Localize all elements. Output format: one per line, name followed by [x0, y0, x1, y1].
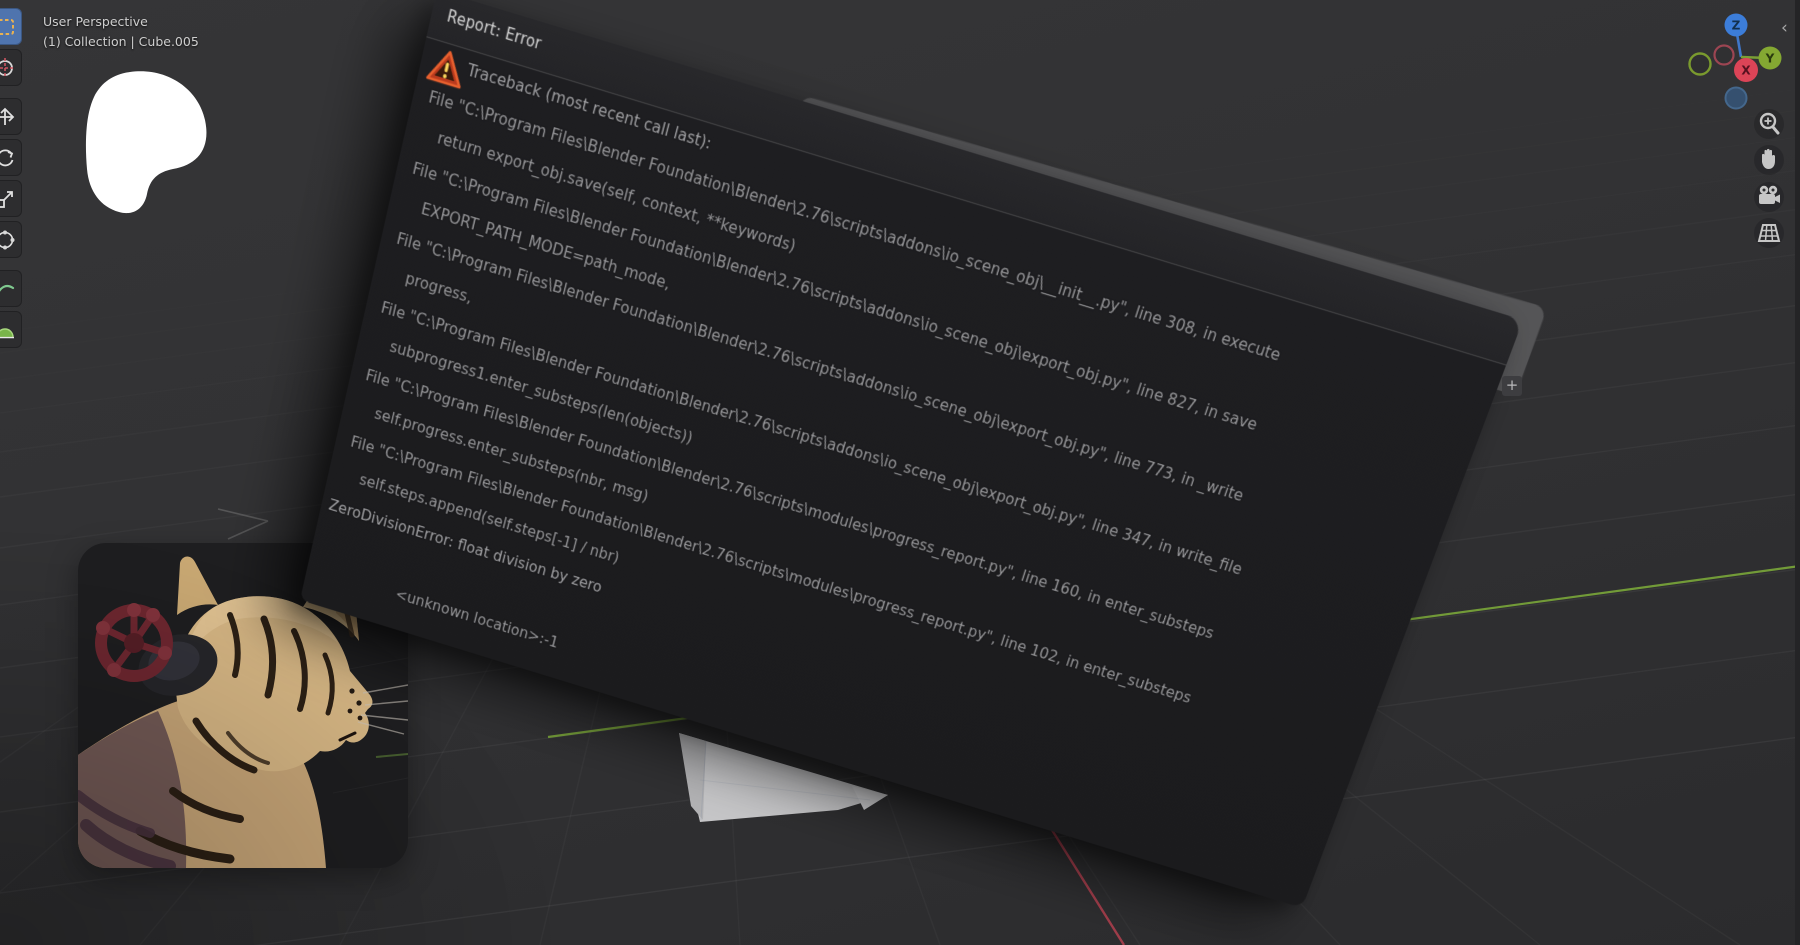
perspective-grid-icon[interactable] [1754, 218, 1784, 248]
rotate-icon [0, 147, 16, 169]
toolbar-button-select-box[interactable] [0, 8, 22, 45]
cursor-icon [0, 57, 16, 79]
collection-object-label: (1) Collection | Cube.005 [43, 32, 199, 52]
scale-icon [0, 188, 16, 210]
sidebar-collapse-chevron-icon[interactable]: ‹ [1781, 18, 1788, 38]
move-icon [0, 106, 16, 128]
toolbar-button-move[interactable] [0, 98, 22, 135]
blender-3d-viewport[interactable]: Report: Error Traceback (most recent cal… [0, 0, 1800, 945]
select-box-icon [0, 16, 16, 38]
viewport-nav-icons [1744, 100, 1796, 260]
toolbar-button-annotate[interactable] [0, 270, 22, 307]
viewport-overlay-text: User Perspective (1) Collection | Cube.0… [43, 12, 199, 52]
gizmo-axis-y[interactable]: Y [1759, 47, 1782, 70]
svg-text:Z: Z [1732, 19, 1741, 33]
transform-gizmo-icon [0, 229, 16, 251]
gizmo-axis-x[interactable]: X [1734, 58, 1758, 82]
gizmo-axis-neg-x[interactable] [1715, 46, 1734, 65]
toolbar-button-transform[interactable] [0, 221, 22, 258]
view-perspective-label: User Perspective [43, 12, 199, 32]
toolbar-button-cursor[interactable] [0, 49, 22, 86]
expand-plus-widget[interactable]: + [1502, 376, 1522, 396]
svg-text:Y: Y [1765, 52, 1775, 66]
toolbar-button-rotate[interactable] [0, 139, 22, 176]
gizmo-axis-neg-y[interactable] [1690, 54, 1711, 75]
annotate-icon [0, 278, 16, 300]
pan-hand-icon[interactable] [1754, 145, 1784, 175]
toolbar-button-scale[interactable] [0, 180, 22, 217]
right-edge-strip [1795, 0, 1800, 945]
white-blob-annotation [78, 70, 210, 218]
svg-text:X: X [1741, 64, 1751, 78]
camera-view-icon[interactable] [1754, 182, 1784, 212]
tool-sidebar [0, 8, 22, 348]
add-primitive-icon [0, 319, 16, 341]
zoom-icon[interactable] [1754, 109, 1784, 139]
toolbar-button-add-primitive[interactable] [0, 311, 22, 348]
gizmo-axis-z[interactable]: Z [1725, 14, 1748, 37]
